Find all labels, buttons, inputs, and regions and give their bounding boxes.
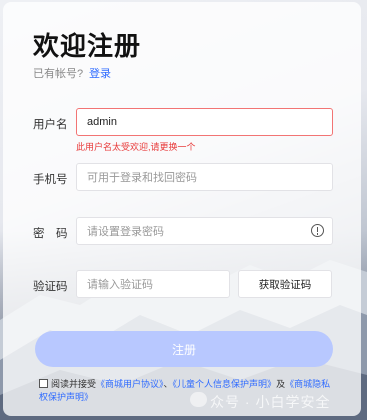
phone-placeholder: 可用于登录和找回密码 — [87, 172, 197, 184]
username-error: 此用户名太受欢迎,请更换一个 — [76, 142, 196, 152]
agree-prefix: 阅读并接受 — [51, 379, 97, 389]
username-value: admin — [87, 116, 117, 128]
page-title: 欢迎注册 — [33, 32, 142, 62]
password-input[interactable]: 请设置登录密码 — [76, 217, 333, 245]
username-input[interactable]: admin — [76, 108, 333, 136]
child-privacy-link[interactable]: 《儿童个人信息保护声明》 — [173, 379, 277, 389]
code-input[interactable]: 请输入验证码 — [76, 270, 230, 298]
phone-label: 手机号 — [33, 174, 68, 186]
get-code-button[interactable]: 获取验证码 — [238, 270, 332, 298]
code-placeholder: 请输入验证码 — [87, 279, 153, 291]
register-button[interactable]: 注册 — [35, 331, 333, 367]
wechat-icon — [190, 392, 207, 407]
have-account-text: 已有帐号? — [33, 68, 84, 80]
info-icon[interactable] — [311, 224, 324, 237]
agree-checkbox[interactable] — [39, 379, 48, 388]
agree-and: 及 — [276, 379, 286, 389]
user-agreement-link[interactable]: 《商城用户协议》 — [96, 379, 164, 389]
watermark: 众号 · 小白学安全 — [210, 394, 331, 410]
password-label: 密 码 — [33, 228, 68, 240]
agree-sep: 、 — [163, 379, 173, 389]
phone-input[interactable]: 可用于登录和找回密码 — [76, 163, 333, 191]
password-placeholder: 请设置登录密码 — [87, 226, 164, 238]
username-label: 用户名 — [33, 119, 68, 131]
code-label: 验证码 — [33, 281, 68, 293]
login-link[interactable]: 登录 — [89, 65, 111, 81]
